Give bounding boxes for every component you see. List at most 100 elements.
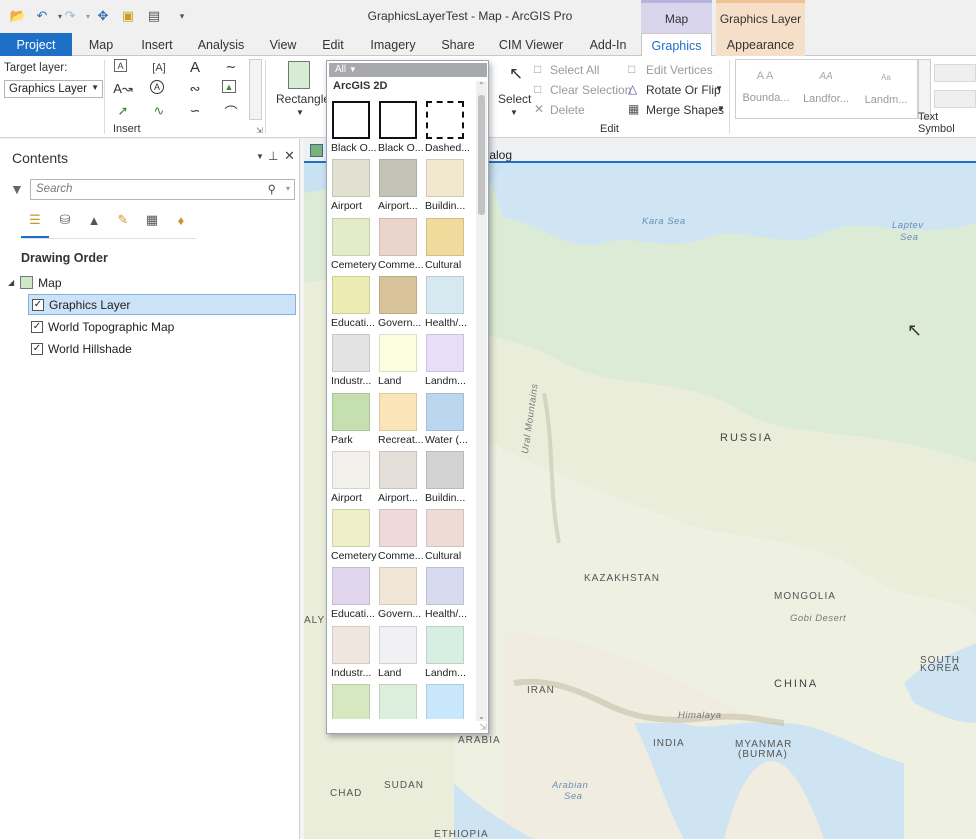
select-button[interactable]: Select: [498, 92, 531, 106]
symbol-swatch[interactable]: Black O...: [330, 99, 377, 156]
edit-vertices-button[interactable]: Edit Vertices: [646, 63, 713, 77]
open-project-icon[interactable]: 📂: [10, 8, 26, 24]
pane-options-icon[interactable]: ▼: [256, 152, 264, 161]
rectangle-button[interactable]: Rectangle: [276, 92, 330, 106]
list-by-data-source-icon[interactable]: ⛁: [56, 211, 74, 229]
symbol-swatch[interactable]: Landm...: [424, 624, 471, 681]
polyline-icon[interactable]: ➚: [114, 102, 132, 120]
print-icon[interactable]: ▤: [146, 8, 162, 24]
pin-icon[interactable]: ⊥: [268, 149, 278, 163]
symbol-swatch[interactable]: Educati...: [330, 274, 377, 331]
symbol-swatch[interactable]: Dashed...: [424, 99, 471, 156]
select-cursor-icon[interactable]: ↖: [504, 62, 528, 86]
symbol-swatch[interactable]: Black O...: [377, 99, 424, 156]
clear-selection-button[interactable]: Clear Selection: [550, 83, 631, 97]
font-size-field[interactable]: [934, 90, 976, 108]
tab-appearance[interactable]: Appearance: [716, 33, 805, 56]
merge-shapes-icon[interactable]: ▦: [628, 102, 639, 116]
scroll-down-icon[interactable]: ⌄: [478, 712, 485, 721]
symbol-swatch[interactable]: Recreat...: [377, 391, 424, 448]
symbol-swatch[interactable]: Govern...: [377, 274, 424, 331]
arc-icon[interactable]: ⌒: [222, 102, 240, 120]
tab-cim-viewer[interactable]: CIM Viewer: [494, 33, 568, 56]
list-by-selection-icon[interactable]: ▲: [85, 211, 103, 229]
select-all-button[interactable]: Select All: [550, 63, 599, 77]
redo-icon[interactable]: ↷: [62, 8, 78, 24]
symbol-swatch[interactable]: Cemetery: [330, 216, 377, 273]
filter-icon[interactable]: ▼: [10, 181, 24, 197]
lasso-icon[interactable]: ∽: [186, 102, 204, 120]
catalog-tab-label[interactable]: talog: [486, 148, 512, 162]
list-by-snapping-icon[interactable]: ▦: [143, 211, 161, 229]
symbol-swatch[interactable]: Airport: [330, 449, 377, 506]
symbol-swatch[interactable]: Airport: [330, 157, 377, 214]
customize-toolbar-icon[interactable]: ▾: [174, 8, 190, 24]
text-icon[interactable]: A: [114, 59, 127, 72]
symbol-swatch[interactable]: [424, 682, 471, 719]
symbol-swatch[interactable]: Health/...: [424, 274, 471, 331]
layer-visibility-checkbox[interactable]: ✓: [31, 342, 43, 355]
symbol-swatch[interactable]: Cultural: [424, 507, 471, 564]
symbol-swatch[interactable]: Health/...: [424, 565, 471, 622]
gallery-scrollbar[interactable]: ⌃ ⌄: [476, 81, 487, 721]
layer-row[interactable]: ✓ World Topographic Map: [31, 316, 174, 337]
list-by-editing-icon[interactable]: ✎: [114, 211, 132, 229]
curved-text-icon[interactable]: ∼: [222, 58, 240, 76]
tab-analysis[interactable]: Analysis: [192, 33, 250, 56]
layer-row[interactable]: ✓ World Hillshade: [31, 338, 132, 359]
symbol-swatch[interactable]: Cemetery: [330, 507, 377, 564]
gallery-scroll-thumb[interactable]: [478, 95, 485, 215]
chevron-down-icon[interactable]: ▼: [296, 108, 304, 117]
splined-text-icon[interactable]: A↝: [113, 80, 133, 98]
map-tab-icon[interactable]: [310, 144, 323, 157]
new-map-icon[interactable]: ▣: [120, 8, 136, 24]
map-node[interactable]: ◢ Map: [8, 272, 62, 293]
symbol-swatch[interactable]: Water (...: [424, 391, 471, 448]
chevron-down-icon[interactable]: ▼: [510, 108, 518, 117]
picture-icon[interactable]: ▲: [222, 80, 236, 93]
edit-vertices-icon[interactable]: □: [628, 62, 635, 76]
insert-gallery-scroll[interactable]: [249, 59, 262, 120]
tab-edit[interactable]: Edit: [316, 33, 350, 56]
scroll-up-icon[interactable]: ⌃: [478, 81, 485, 90]
resize-grip-icon[interactable]: ⇲: [479, 722, 487, 733]
text-symbol-gallery-scroll[interactable]: [918, 59, 931, 119]
undo-icon[interactable]: ↶: [34, 8, 50, 24]
callout-text-icon[interactable]: [A]: [150, 59, 168, 77]
freehand-text-icon[interactable]: ∾: [186, 80, 204, 98]
symbol-swatch[interactable]: Airport...: [377, 449, 424, 506]
symbol-swatch[interactable]: Airport...: [377, 157, 424, 214]
symbol-swatch[interactable]: Industr...: [330, 332, 377, 389]
tab-insert[interactable]: Insert: [134, 33, 180, 56]
delete-icon[interactable]: ✕: [534, 102, 544, 116]
tab-view[interactable]: View: [262, 33, 304, 56]
symbol-swatch[interactable]: Buildin...: [424, 449, 471, 506]
straight-text-icon[interactable]: A: [186, 58, 204, 76]
symbol-swatch[interactable]: Cultural: [424, 216, 471, 273]
text-symbol-landform[interactable]: AA Landfor...: [797, 64, 855, 118]
chevron-down-icon[interactable]: ▼: [717, 104, 725, 113]
symbol-swatch[interactable]: Industr...: [330, 624, 377, 681]
circle-text-icon[interactable]: A: [150, 80, 164, 94]
tab-add-in[interactable]: Add-In: [580, 33, 636, 56]
tab-imagery[interactable]: Imagery: [364, 33, 422, 56]
symbol-swatch[interactable]: Park: [330, 391, 377, 448]
symbol-swatch[interactable]: [377, 682, 424, 719]
text-symbol-landmark[interactable]: Aa Landm...: [857, 64, 915, 118]
symbol-swatch[interactable]: Educati...: [330, 565, 377, 622]
tab-project[interactable]: Project: [0, 33, 72, 56]
tab-share[interactable]: Share: [434, 33, 482, 56]
layer-visibility-checkbox[interactable]: ✓: [32, 298, 44, 311]
redo-dropdown-icon[interactable]: ▾: [80, 8, 96, 24]
collapse-icon[interactable]: ◢: [8, 278, 14, 287]
symbol-swatch[interactable]: Land: [377, 332, 424, 389]
symbol-swatch[interactable]: [330, 682, 377, 719]
symbol-swatch[interactable]: Govern...: [377, 565, 424, 622]
merge-shapes-button[interactable]: Merge Shapes: [646, 103, 724, 117]
text-symbol-boundary[interactable]: AA Bounda...: [737, 64, 795, 118]
curve-icon[interactable]: ∿: [150, 102, 168, 120]
symbol-swatch[interactable]: Comme...: [377, 507, 424, 564]
font-name-field[interactable]: [934, 64, 976, 82]
select-all-icon[interactable]: □: [534, 62, 541, 76]
target-layer-dropdown[interactable]: Graphics Layer ▼: [4, 80, 103, 98]
